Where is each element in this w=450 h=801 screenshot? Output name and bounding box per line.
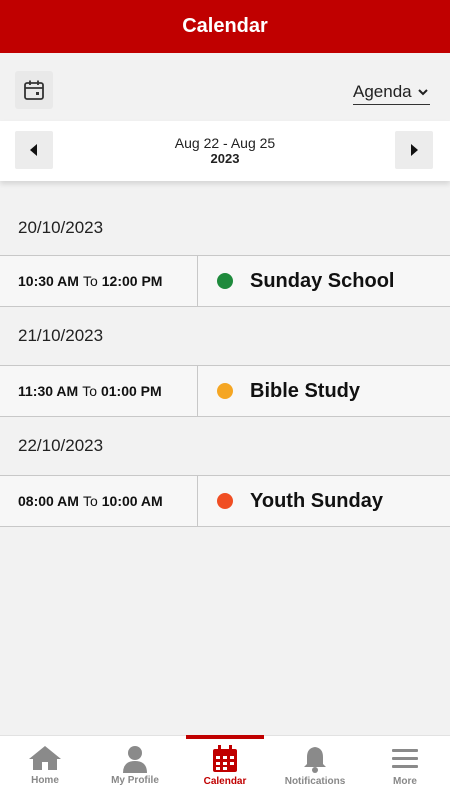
home-icon xyxy=(29,746,61,770)
date-range-year: 2023 xyxy=(210,151,240,166)
event-time-separator: To xyxy=(82,273,98,289)
date-range-text: Aug 22 - Aug 25 xyxy=(174,135,276,151)
event-time: 11:30 AM To 01:00 PM xyxy=(0,366,198,416)
date-range-label: Aug 22 - Aug 25 2023 xyxy=(0,135,450,167)
next-range-button[interactable] xyxy=(395,131,433,169)
event-info: Sunday School xyxy=(198,256,394,306)
event-title: Youth Sunday xyxy=(250,489,383,512)
agenda-event[interactable]: 11:30 AM To 01:00 PM Bible Study xyxy=(0,365,450,417)
event-time: 10:30 AM To 12:00 PM xyxy=(0,256,198,306)
event-color-dot xyxy=(217,493,233,509)
date-range-navigator: Aug 22 - Aug 25 2023 xyxy=(0,121,450,181)
event-info: Youth Sunday xyxy=(198,476,383,526)
event-end-time: 01:00 PM xyxy=(100,383,162,399)
event-start-time: 11:30 AM xyxy=(18,383,79,399)
calendar-icon xyxy=(24,80,44,100)
tab-label: My Profile xyxy=(111,775,159,786)
tab-my-profile[interactable]: My Profile xyxy=(90,736,180,801)
event-info: Bible Study xyxy=(198,366,360,416)
menu-icon xyxy=(392,749,418,768)
tab-label: More xyxy=(393,776,417,787)
view-mode-select[interactable]: Agenda xyxy=(353,80,430,105)
tab-home[interactable]: Home xyxy=(0,736,90,801)
agenda-date-header: 20/10/2023 xyxy=(18,218,104,237)
view-mode-value: Agenda xyxy=(353,82,412,101)
calendar-toolbar: Agenda xyxy=(0,53,450,121)
agenda-date-header: 21/10/2023 xyxy=(18,326,104,345)
event-time: 08:00 AM To 10:00 AM xyxy=(0,476,198,526)
tab-more[interactable]: More xyxy=(360,736,450,801)
event-end-time: 10:00 AM xyxy=(101,493,163,509)
agenda-event[interactable]: 08:00 AM To 10:00 AM Youth Sunday xyxy=(0,475,450,527)
user-icon xyxy=(123,746,147,773)
calendar-picker-button[interactable] xyxy=(15,71,53,109)
event-start-time: 08:00 AM xyxy=(18,493,79,509)
agenda-date-header: 22/10/2023 xyxy=(18,436,104,455)
tab-label: Notifications xyxy=(284,776,346,787)
event-time-separator: To xyxy=(82,493,98,509)
event-start-time: 10:30 AM xyxy=(18,273,79,289)
caret-right-icon xyxy=(411,144,418,156)
event-title: Bible Study xyxy=(250,379,361,402)
tab-label: Home xyxy=(31,775,59,786)
chevron-down-icon xyxy=(418,88,428,95)
event-end-time: 12:00 PM xyxy=(101,273,163,289)
bell-icon xyxy=(304,747,326,773)
tab-label: Calendar xyxy=(203,776,247,787)
event-color-dot xyxy=(217,273,233,289)
calendar-icon xyxy=(213,745,237,772)
agenda-event[interactable]: 10:30 AM To 12:00 PM Sunday School xyxy=(0,255,450,307)
event-title: Sunday School xyxy=(250,269,395,292)
bottom-navigation: Home My Profile Calendar Notifications M… xyxy=(0,735,450,801)
agenda-list: 20/10/2023 10:30 AM To 12:00 PM Sunday S… xyxy=(0,201,450,527)
page-title: Calendar xyxy=(182,15,268,37)
event-time-separator: To xyxy=(82,383,97,399)
tab-notifications[interactable]: Notifications xyxy=(270,736,360,801)
app-bar: Calendar xyxy=(0,0,450,53)
tab-calendar[interactable]: Calendar xyxy=(180,735,270,801)
event-color-dot xyxy=(217,383,233,399)
